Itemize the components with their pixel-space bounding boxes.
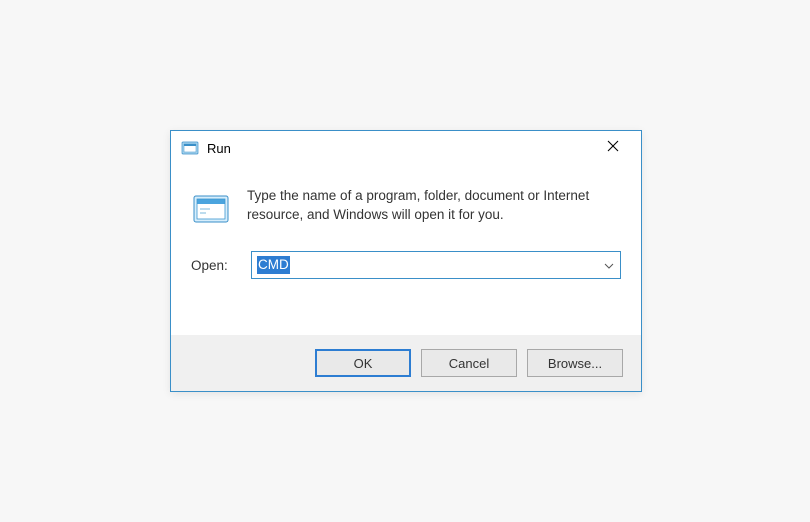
ok-button[interactable]: OK: [315, 349, 411, 377]
open-label: Open:: [191, 258, 237, 273]
run-title-icon: [181, 139, 199, 157]
close-button[interactable]: [591, 134, 635, 162]
open-combobox[interactable]: CMD: [251, 251, 621, 279]
dialog-content: Type the name of a program, folder, docu…: [171, 165, 641, 279]
button-bar: OK Cancel Browse...: [171, 335, 641, 391]
info-row: Type the name of a program, folder, docu…: [191, 187, 621, 229]
window-title: Run: [207, 141, 231, 156]
browse-button[interactable]: Browse...: [527, 349, 623, 377]
close-icon: [607, 139, 619, 157]
open-input-wrap: CMD: [251, 251, 621, 279]
open-row: Open: CMD: [191, 251, 621, 279]
titlebar-left: Run: [181, 139, 231, 157]
cancel-button[interactable]: Cancel: [421, 349, 517, 377]
run-icon: [191, 189, 231, 229]
info-text: Type the name of a program, folder, docu…: [247, 187, 621, 225]
run-dialog: Run Type the na: [170, 130, 642, 392]
titlebar: Run: [171, 131, 641, 165]
open-value: CMD: [257, 256, 290, 274]
